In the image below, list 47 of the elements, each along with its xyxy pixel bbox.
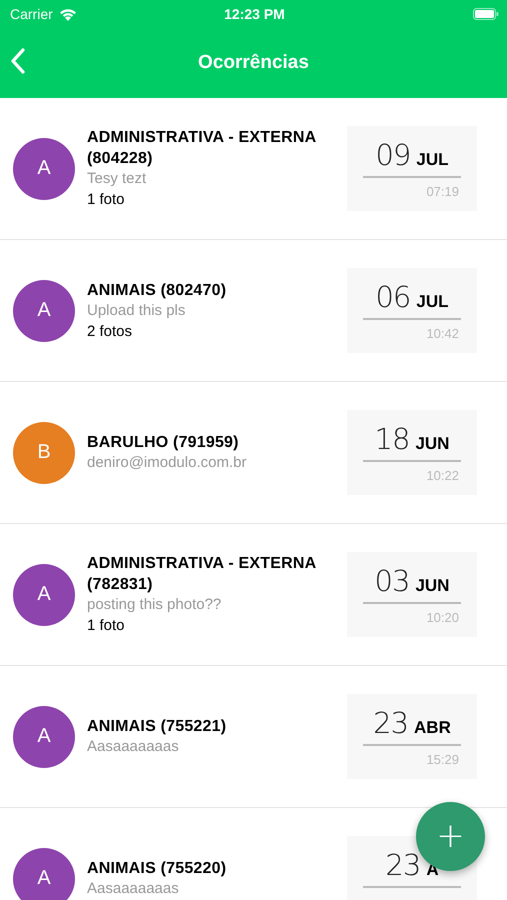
photo-count: 2 fotos <box>87 322 134 342</box>
item-description: Tesy tezt <box>87 169 148 189</box>
list-item[interactable]: A ANIMAIS (802470) Upload this pls 2 fotos 06 JUL 10:42 <box>0 240 507 382</box>
item-title: ADMINISTRATIVA - EXTERNA (782831) <box>87 554 317 595</box>
date-month: ABR <box>414 718 451 738</box>
back-icon[interactable] <box>10 48 26 74</box>
date-day: 06 <box>375 280 410 314</box>
date-time: 07:19 <box>426 184 459 199</box>
date-time: 10:42 <box>426 326 459 341</box>
item-description: Aasaaaaaaas <box>87 879 180 899</box>
screen-title: Ocorrências <box>198 52 309 74</box>
item-title: BARULHO (791959) <box>87 433 240 453</box>
item-description: deniro@imodulo.com.br <box>87 453 248 473</box>
item-title: ANIMAIS (755221) <box>87 717 228 737</box>
wifi-icon <box>58 8 77 20</box>
item-description: Upload this pls <box>87 300 186 320</box>
item-title: ADMINISTRATIVA - EXTERNA (804228) <box>87 128 317 169</box>
photo-count: 1 foto <box>87 190 126 210</box>
date-day: 03 <box>374 564 410 598</box>
date-day: 18 <box>374 422 410 456</box>
list-item[interactable]: A ANIMAIS (755221) Aasaaaaaaas 23 ABR 15:29 <box>0 666 507 808</box>
date-time: 10:22 <box>426 468 459 483</box>
item-description: Aasaaaaaaas <box>87 737 180 757</box>
item-title: ANIMAIS (802470) <box>87 280 228 300</box>
avatar-initial: A <box>13 706 75 768</box>
date-time: 10:20 <box>426 610 459 625</box>
item-description: posting this photo?? <box>87 595 222 615</box>
avatar-initial: A <box>13 138 75 200</box>
clock: 12:23 PM <box>224 6 285 22</box>
avatar-initial: A <box>13 564 75 626</box>
avatar-initial: A <box>13 848 75 900</box>
avatar-initial: B <box>13 422 75 484</box>
date-month: JUL <box>416 150 449 170</box>
photo-count: 1 foto <box>87 616 126 636</box>
battery-icon <box>472 8 499 20</box>
list-item[interactable]: B BARULHO (791959) deniro@imodulo.com.br 18 JUN 10:22 <box>0 382 507 524</box>
date-day: 23 <box>373 706 408 740</box>
date-day: 09 <box>375 138 410 172</box>
date-month: JUN <box>415 576 450 596</box>
date-month: JUL <box>416 292 449 312</box>
list-item[interactable]: A ADMINISTRATIVA - EXTERNA (782831) posting this photo?? 1 foto 03 JUN 10:20 <box>0 524 507 666</box>
carrier-label: Carrier <box>10 6 53 22</box>
avatar-initial: A <box>13 280 75 342</box>
date-time: 15:29 <box>426 752 459 767</box>
item-title: ANIMAIS (755220) <box>87 859 228 879</box>
list-item[interactable]: A ADMINISTRATIVA - EXTERNA (804228) Tesy tezt 1 foto 09 JUL 07:19 <box>0 98 507 240</box>
date-month: JUN <box>415 434 450 454</box>
